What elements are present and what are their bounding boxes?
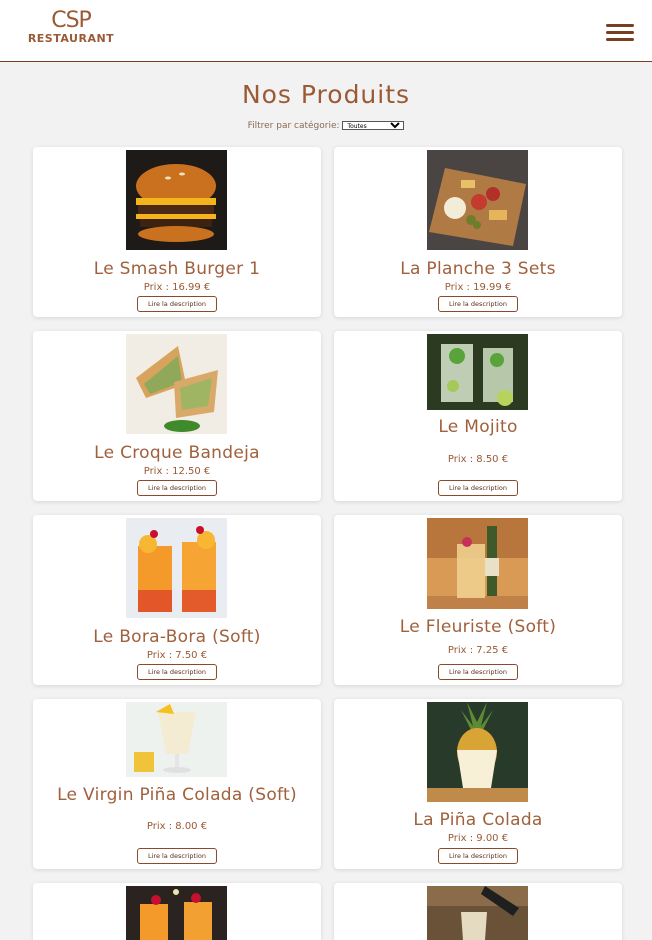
product-card (334, 883, 622, 940)
product-price: Prix : 19.99 € (444, 282, 512, 293)
product-price: Prix : 9.00 € (447, 833, 509, 844)
read-description-button[interactable]: Lire la description (438, 848, 518, 864)
cocktail-image (126, 886, 227, 940)
wine-pour-image (427, 886, 528, 940)
product-name: Le Bora-Bora (Soft) (93, 627, 261, 647)
read-description-button[interactable]: Lire la description (137, 480, 217, 496)
product-card: La Planche 3 Sets Prix : 19.99 € Lire la… (334, 147, 622, 317)
product-name: La Piña Colada (413, 810, 543, 830)
product-name: La Planche 3 Sets (400, 259, 556, 279)
product-card: Le Fleuriste (Soft) Prix : 7.25 € Lire l… (334, 515, 622, 685)
product-card: La Piña Colada Prix : 9.00 € Lire la des… (334, 699, 622, 869)
product-card: Le Bora-Bora (Soft) Prix : 7.50 € Lire l… (33, 515, 321, 685)
product-price: Prix : 7.25 € (447, 645, 509, 656)
product-card: Le Virgin Piña Colada (Soft) Prix : 8.00… (33, 699, 321, 869)
charcuterie-board-image (427, 150, 528, 250)
filter-label: Filtrer par catégorie: (247, 121, 340, 131)
logo-main-text: CSP (51, 8, 92, 33)
product-card (33, 883, 321, 940)
grilled-sandwich-image (126, 334, 227, 434)
header-bar: CSP RESTAURANT (0, 0, 652, 62)
mojito-image (427, 334, 528, 410)
product-price: Prix : 12.50 € (143, 466, 211, 477)
read-description-button[interactable]: Lire la description (137, 848, 217, 864)
product-name: Le Virgin Piña Colada (Soft) (57, 785, 297, 805)
orange-cocktail-image (126, 518, 227, 618)
pineapple-cocktail-image (427, 702, 528, 802)
restaurant-logo[interactable]: CSP RESTAURANT (26, 10, 116, 46)
read-description-button[interactable]: Lire la description (137, 664, 217, 680)
product-price: Prix : 16.99 € (143, 282, 211, 293)
read-description-button[interactable]: Lire la description (438, 296, 518, 312)
product-name: Le Smash Burger 1 (93, 259, 261, 279)
hamburger-menu-icon[interactable] (606, 22, 636, 44)
read-description-button[interactable]: Lire la description (438, 480, 518, 496)
product-name: Le Croque Bandeja (94, 443, 260, 463)
soda-glass-image (427, 518, 528, 609)
product-price: Prix : 8.00 € (146, 821, 208, 832)
product-card: Le Mojito Prix : 8.50 € Lire la descript… (334, 331, 622, 501)
read-description-button[interactable]: Lire la description (438, 664, 518, 680)
product-price: Prix : 7.50 € (146, 650, 208, 661)
category-select[interactable]: Toutes (342, 121, 405, 130)
logo-sub-text: RESTAURANT (27, 32, 115, 45)
product-card: Le Smash Burger 1 Prix : 16.99 € Lire la… (33, 147, 321, 317)
pina-colada-glass-image (126, 702, 227, 777)
burger-image (126, 150, 227, 250)
read-description-button[interactable]: Lire la description (137, 296, 217, 312)
product-card: Le Croque Bandeja Prix : 12.50 € Lire la… (33, 331, 321, 501)
product-name: Le Fleuriste (Soft) (399, 617, 557, 637)
product-name: Le Mojito (438, 417, 518, 437)
page-title: Nos Produits (241, 80, 411, 109)
category-filter: Filtrer par catégorie: Toutes (0, 121, 652, 131)
product-price: Prix : 8.50 € (447, 454, 509, 465)
